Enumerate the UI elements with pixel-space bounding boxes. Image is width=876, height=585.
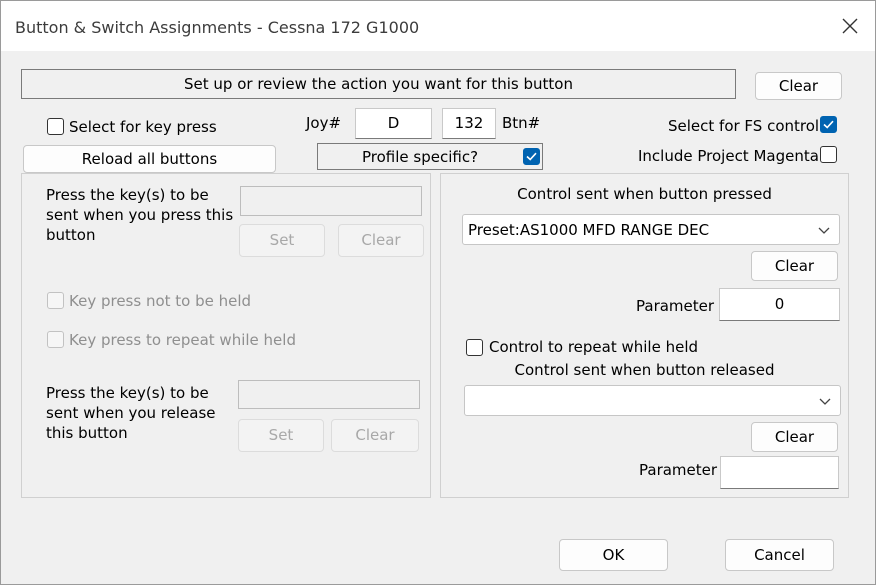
clear-all-button[interactable]: Clear: [755, 72, 842, 100]
instruction-bar: Set up or review the action you want for…: [21, 69, 736, 99]
pressed-heading: Control sent when button pressed: [517, 185, 772, 203]
parameter-field[interactable]: 0: [719, 288, 840, 321]
assignments-dialog: Button & Switch Assignments - Cessna 172…: [0, 0, 876, 585]
reload-all-button[interactable]: Reload all buttons: [23, 145, 276, 173]
pressed-control-dropdown[interactable]: Preset:AS1000 MFD RANGE DEC: [462, 214, 840, 245]
checkmark-icon: [823, 120, 834, 129]
joy-field[interactable]: D: [355, 108, 432, 139]
repeat-held-label: Key press to repeat while held: [69, 331, 296, 349]
press-keys-label: Press the key(s) to be sent when you pre…: [46, 186, 234, 244]
press-set-button[interactable]: Set: [239, 224, 325, 257]
control-repeat-label: Control to repeat while held: [489, 338, 699, 356]
release-clear-button[interactable]: Clear: [331, 419, 419, 452]
release-keys-label: Press the key(s) to be sent when you rel…: [46, 384, 216, 442]
press-keys-field[interactable]: [240, 186, 422, 216]
btn-label: Btn#: [502, 114, 541, 132]
release-keys-field[interactable]: [238, 380, 420, 409]
press-clear-button[interactable]: Clear: [338, 224, 424, 257]
released-clear-button[interactable]: Clear: [751, 422, 838, 452]
window-title: Button & Switch Assignments - Cessna 172…: [15, 18, 420, 37]
btn-field[interactable]: 132: [442, 108, 496, 139]
release-set-button[interactable]: Set: [238, 419, 324, 452]
profile-specific-checkbox[interactable]: [523, 148, 540, 165]
pressed-clear-button[interactable]: Clear: [751, 251, 838, 281]
checkmark-icon: [526, 152, 537, 161]
ok-button[interactable]: OK: [559, 539, 668, 571]
pressed-control-value: Preset:AS1000 MFD RANGE DEC: [468, 221, 710, 239]
fs-control-label: Select for FS control: [668, 117, 820, 135]
repeat-held-checkbox[interactable]: [47, 331, 64, 348]
not-held-checkbox[interactable]: [47, 292, 64, 309]
parameter-label: Parameter: [636, 297, 715, 315]
released-control-dropdown[interactable]: [464, 385, 841, 416]
profile-specific-label: Profile specific?: [362, 148, 479, 166]
fs-control-checkbox[interactable]: [820, 116, 837, 133]
cancel-button[interactable]: Cancel: [725, 539, 834, 571]
released-heading: Control sent when button released: [514, 361, 775, 379]
key-press-checkbox[interactable]: [47, 118, 64, 135]
chevron-down-icon: [819, 398, 831, 405]
chevron-down-icon: [818, 227, 830, 234]
instruction-text: Set up or review the action you want for…: [184, 75, 573, 93]
parameter2-label: Parameter: [639, 461, 718, 479]
project-magenta-checkbox[interactable]: [820, 146, 837, 163]
key-press-label: Select for key press: [69, 118, 217, 136]
close-icon: [842, 18, 858, 34]
parameter2-field[interactable]: [720, 456, 839, 489]
profile-specific-box[interactable]: Profile specific?: [317, 143, 543, 170]
joy-label: Joy#: [306, 114, 342, 132]
control-repeat-checkbox[interactable]: [466, 339, 483, 356]
title-bar: Button & Switch Assignments - Cessna 172…: [1, 1, 875, 51]
not-held-label: Key press not to be held: [69, 292, 252, 310]
close-button[interactable]: [827, 3, 873, 49]
project-magenta-label: Include Project Magenta: [638, 147, 819, 165]
